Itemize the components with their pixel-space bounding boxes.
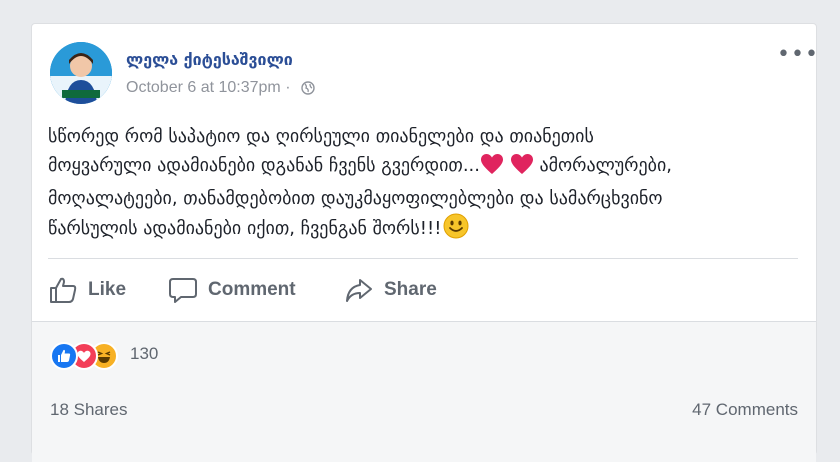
divider [48,258,798,259]
post-meta: October 6 at 10:37pm · [126,79,315,100]
post-text: სწორედ რომ საპატიო და ღირსეული თიანელები… [48,122,808,248]
post-text-segment: მოყვარული ადამიანები დგანან ჩვენს გვერდი… [48,155,480,176]
post-timestamp[interactable]: October 6 at 10:37pm [126,79,281,96]
author-name[interactable]: ლელა ქიტესაშვილი [126,50,293,69]
share-button[interactable]: Share [344,272,437,308]
comments-count-link[interactable]: 47 Comments [692,400,798,420]
post-footer: 130 18 Shares 47 Comments [32,321,816,462]
share-label: Share [384,279,437,300]
smiling-face-emoji-icon [443,213,469,248]
thumbs-up-icon [50,277,77,303]
more-options-button[interactable]: ••• [777,42,819,67]
reaction-count: 130 [130,344,159,363]
comment-bubble-icon [169,278,197,303]
heart-emoji-icon [510,153,534,184]
like-button[interactable]: Like [48,272,126,308]
post-text-line: სწორედ რომ საპატიო და ღირსეული თიანელები… [48,126,594,147]
post-text-segment: ამორალურები, [533,155,673,176]
meta-separator: · [285,79,291,96]
share-arrow-icon [346,279,372,302]
post-text-line: მოყვარული ადამიანები დგანან ჩვენს გვერდი… [48,151,808,184]
comment-label: Comment [208,279,296,300]
profile-photo [50,42,112,104]
comment-button[interactable]: Comment [168,272,296,308]
globe-icon[interactable] [301,81,315,100]
avatar[interactable] [50,42,112,104]
like-reaction-icon [50,342,78,370]
post-text-line: მოღალატეები, თანამდებობით დაუკმაყოფილებლ… [48,188,663,209]
post-card: ლელა ქიტესაშვილი October 6 at 10:37pm · … [31,23,819,462]
post-text-segment: წარსულის ადამიანები იქით, ჩვენგან შორს!!… [48,218,442,239]
heart-emoji-icon [480,153,504,184]
shares-count-link[interactable]: 18 Shares [50,400,128,420]
post-text-line: წარსულის ადამიანები იქით, ჩვენგან შორს!!… [48,213,808,248]
like-label: Like [88,279,127,300]
